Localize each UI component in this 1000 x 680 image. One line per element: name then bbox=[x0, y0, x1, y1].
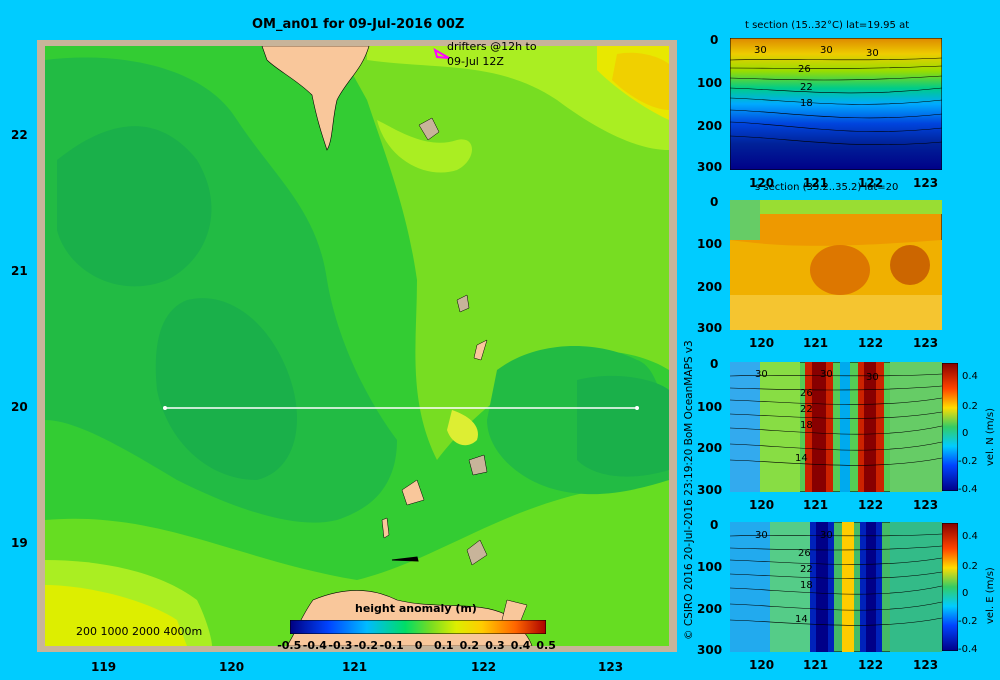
ve-depth-tick-0: 0 bbox=[710, 518, 719, 532]
ve-contour-label: 22 bbox=[800, 564, 813, 575]
colorbar-tick: 0.4 bbox=[510, 639, 531, 652]
s-lon-tick-120: 120 bbox=[749, 336, 775, 350]
lat-tick-20: 20 bbox=[11, 400, 28, 414]
t-section-plot bbox=[730, 38, 942, 170]
lon-tick-119: 119 bbox=[91, 660, 117, 674]
s-section-title: s section (33.2..35.2) lat=20 bbox=[755, 182, 899, 193]
colorbar-tick: 0.3 bbox=[485, 639, 505, 652]
lon-tick-123: 123 bbox=[598, 660, 624, 674]
t-contour-label: 30 bbox=[754, 45, 767, 56]
ve-lon-tick-121: 121 bbox=[803, 658, 829, 672]
s-depth-tick-0: 0 bbox=[710, 195, 719, 209]
vel-e-plot bbox=[730, 522, 942, 652]
vel-n-colorbar bbox=[942, 363, 958, 491]
ve-lon-tick-123: 123 bbox=[913, 658, 939, 672]
main-map bbox=[37, 40, 677, 652]
colorbar-tick: 0.5 bbox=[536, 639, 556, 652]
vn-cbar-label: vel. N (m/s) bbox=[985, 408, 996, 466]
colorbar-title: height anomaly (m) bbox=[355, 602, 477, 615]
t-contour-label: 22 bbox=[800, 82, 813, 93]
vn-cbar-tick: -0.2 bbox=[958, 456, 978, 467]
ve-lon-tick-122: 122 bbox=[858, 658, 884, 672]
vn-lon-tick-122: 122 bbox=[858, 498, 884, 512]
colorbar-tick: -0.3 bbox=[328, 639, 353, 652]
drifter-label-2: 09-Jul 12Z bbox=[447, 55, 504, 68]
t-contour-label: 18 bbox=[800, 98, 813, 109]
t-section-title: t section (15..32°C) lat=19.95 at bbox=[745, 20, 910, 31]
t-contour-label: 30 bbox=[866, 48, 879, 59]
ve-depth-tick-100: 100 bbox=[697, 560, 723, 574]
colorbar-tick: -0.1 bbox=[379, 639, 404, 652]
lon-tick-121: 121 bbox=[342, 660, 368, 674]
t-contour-label: 30 bbox=[820, 45, 833, 56]
colorbar-ticks: -0.5 -0.4 -0.3 -0.2 -0.1 0 0.1 0.2 0.3 0.4 0.5 bbox=[277, 639, 560, 653]
ve-depth-tick-300: 300 bbox=[697, 643, 723, 657]
t-depth-tick-100: 100 bbox=[697, 76, 723, 90]
vn-lon-tick-121: 121 bbox=[803, 498, 829, 512]
vn-lon-tick-120: 120 bbox=[749, 498, 775, 512]
vn-lon-tick-123: 123 bbox=[913, 498, 939, 512]
colorbar-tick: 0.1 bbox=[434, 639, 454, 652]
credit-text: © CSIRO 2016 20-Jul-2016 23:19:20 BoM Oc… bbox=[683, 340, 695, 640]
s-depth-tick-300: 300 bbox=[697, 321, 723, 335]
colorbar-tick: 0.2 bbox=[459, 639, 480, 652]
vel-n-plot bbox=[730, 362, 942, 492]
s-lon-tick-123: 123 bbox=[913, 336, 939, 350]
lon-tick-122: 122 bbox=[471, 660, 497, 674]
lat-tick-21: 21 bbox=[11, 264, 28, 278]
ve-cbar-tick: 0 bbox=[962, 588, 969, 599]
ve-cbar-tick: 0.4 bbox=[962, 531, 978, 542]
vn-cbar-tick: -0.4 bbox=[958, 484, 978, 495]
colorbar-tick: 0 bbox=[414, 639, 423, 652]
ve-lon-tick-120: 120 bbox=[749, 658, 775, 672]
ve-contour-label: 14 bbox=[795, 614, 808, 625]
t-lon-tick-123: 123 bbox=[913, 176, 939, 190]
s-lon-tick-122: 122 bbox=[858, 336, 884, 350]
ve-cbar-label: vel. E (m/s) bbox=[985, 567, 996, 624]
vn-contour-label: 26 bbox=[800, 388, 813, 399]
t-contour-label: 26 bbox=[798, 64, 811, 75]
height-colorbar bbox=[290, 620, 546, 634]
ve-contour-label: 30 bbox=[820, 530, 833, 541]
vn-cbar-tick: 0 bbox=[962, 428, 969, 439]
vel-e-colorbar bbox=[942, 523, 958, 651]
depth-legend: 200 1000 2000 4000m bbox=[76, 625, 203, 638]
ve-contour-label: 30 bbox=[755, 530, 768, 541]
ve-contour-label: 18 bbox=[800, 580, 813, 591]
s-lon-tick-121: 121 bbox=[803, 336, 829, 350]
vn-contour-label: 18 bbox=[800, 420, 813, 431]
s-section-plot bbox=[730, 200, 942, 330]
vn-depth-tick-100: 100 bbox=[697, 400, 723, 414]
ve-cbar-tick: -0.2 bbox=[958, 616, 978, 627]
lat-tick-22: 22 bbox=[11, 128, 28, 142]
vn-contour-label: 14 bbox=[795, 453, 808, 464]
ve-cbar-tick: 0.2 bbox=[962, 561, 978, 572]
t-depth-tick-200: 200 bbox=[697, 119, 723, 133]
colorbar-tick: -0.4 bbox=[302, 639, 327, 652]
vn-depth-tick-0: 0 bbox=[710, 357, 719, 371]
vn-cbar-tick: 0.2 bbox=[962, 401, 978, 412]
map-title: OM_an01 for 09-Jul-2016 00Z bbox=[252, 17, 465, 32]
colorbar-tick: -0.5 bbox=[277, 639, 302, 652]
t-depth-tick-300: 300 bbox=[697, 160, 723, 174]
vn-cbar-tick: 0.4 bbox=[962, 371, 978, 382]
ve-contour-label: 26 bbox=[798, 548, 811, 559]
t-depth-tick-0: 0 bbox=[710, 33, 719, 47]
vn-depth-tick-300: 300 bbox=[697, 483, 723, 497]
vn-contour-label: 30 bbox=[755, 369, 768, 380]
colorbar-tick: -0.2 bbox=[354, 639, 379, 652]
s-depth-tick-200: 200 bbox=[697, 280, 723, 294]
ve-cbar-tick: -0.4 bbox=[958, 644, 978, 655]
vn-depth-tick-200: 200 bbox=[697, 441, 723, 455]
vn-contour-label: 30 bbox=[866, 372, 879, 383]
s-depth-tick-100: 100 bbox=[697, 237, 723, 251]
lon-tick-120: 120 bbox=[219, 660, 245, 674]
lat-tick-19: 19 bbox=[11, 536, 28, 550]
vn-contour-label: 30 bbox=[820, 369, 833, 380]
drifter-label-1: drifters @12h to bbox=[447, 40, 537, 53]
ve-depth-tick-200: 200 bbox=[697, 602, 723, 616]
vn-contour-label: 22 bbox=[800, 404, 813, 415]
